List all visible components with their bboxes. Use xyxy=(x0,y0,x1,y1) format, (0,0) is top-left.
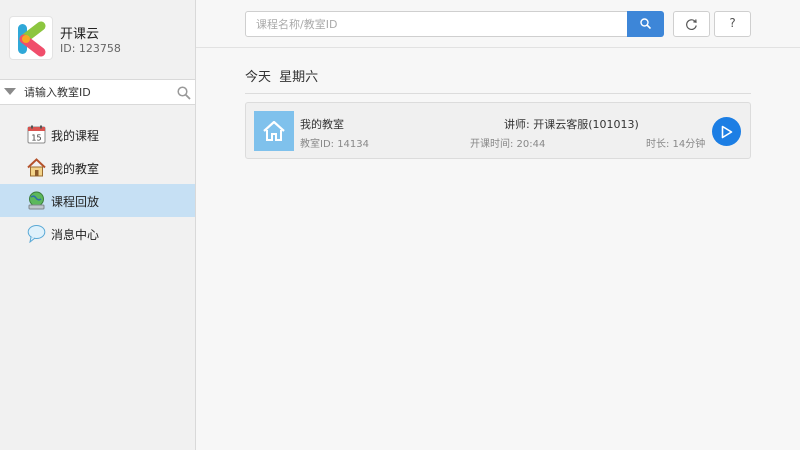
globe-icon xyxy=(27,191,46,210)
home-icon xyxy=(263,121,285,141)
app-name: 开课云 xyxy=(60,27,100,42)
classroom-id: 教室ID: 14134 xyxy=(300,139,370,150)
help-button[interactable]: ? xyxy=(714,11,751,37)
help-icon: ? xyxy=(729,16,736,30)
calendar-icon: 15 xyxy=(27,125,46,144)
play-button[interactable] xyxy=(712,117,741,146)
search-icon xyxy=(640,18,651,29)
teacher-label: 讲师: 开课云客服(101013) xyxy=(504,118,639,131)
sidebar-item-label: 课程回放 xyxy=(51,195,100,209)
search-button[interactable] xyxy=(627,11,664,37)
start-time: 开课时间: 20:44 xyxy=(470,139,546,150)
sidebar-item-course-replay[interactable]: 课程回放 xyxy=(0,184,195,217)
top-toolbar: ? xyxy=(196,0,800,48)
play-icon xyxy=(721,125,733,139)
sidebar-item-my-courses[interactable]: 15 我的课程 xyxy=(0,118,195,151)
search-input[interactable] xyxy=(256,16,616,32)
divider xyxy=(245,93,751,94)
speech-bubble-icon xyxy=(27,224,46,244)
class-card[interactable]: 我的教室 教室ID: 14134 讲师: 开课云客服(101013) 开课时间:… xyxy=(245,102,751,159)
sidebar-nav: 15 我的课程 我的教室 课程回放 消息中心 xyxy=(0,118,195,250)
classroom-search-bar xyxy=(0,80,195,105)
dropdown-arrow-icon[interactable] xyxy=(4,88,16,95)
profile-header: 开课云 ID: 123758 xyxy=(0,0,195,80)
sidebar-item-label: 消息中心 xyxy=(51,228,100,242)
sidebar-item-label: 我的课程 xyxy=(51,129,100,143)
sidebar-item-label: 我的教室 xyxy=(51,162,100,176)
classroom-thumbnail xyxy=(254,111,294,151)
user-id: ID: 123758 xyxy=(60,42,121,55)
refresh-button[interactable] xyxy=(673,11,710,37)
duration: 时长: 14分钟 xyxy=(646,139,706,150)
classroom-id-input[interactable] xyxy=(24,83,172,101)
classroom-name: 我的教室 xyxy=(300,118,344,131)
day-heading: 今天 星期六 xyxy=(245,70,319,85)
refresh-icon xyxy=(686,19,697,31)
svg-text:15: 15 xyxy=(31,134,41,143)
sidebar-item-message-center[interactable]: 消息中心 xyxy=(0,217,195,250)
app-logo xyxy=(9,16,53,60)
main-content: ? 今天 星期六 我的教室 教室ID: 14134 讲师: 开课云客服(1010… xyxy=(196,0,800,450)
sidebar-item-my-classroom[interactable]: 我的教室 xyxy=(0,151,195,184)
search-icon[interactable] xyxy=(177,85,191,100)
house-icon xyxy=(27,158,46,177)
search-box xyxy=(245,11,628,37)
sidebar: 开课云 ID: 123758 15 我的课程 xyxy=(0,0,196,450)
